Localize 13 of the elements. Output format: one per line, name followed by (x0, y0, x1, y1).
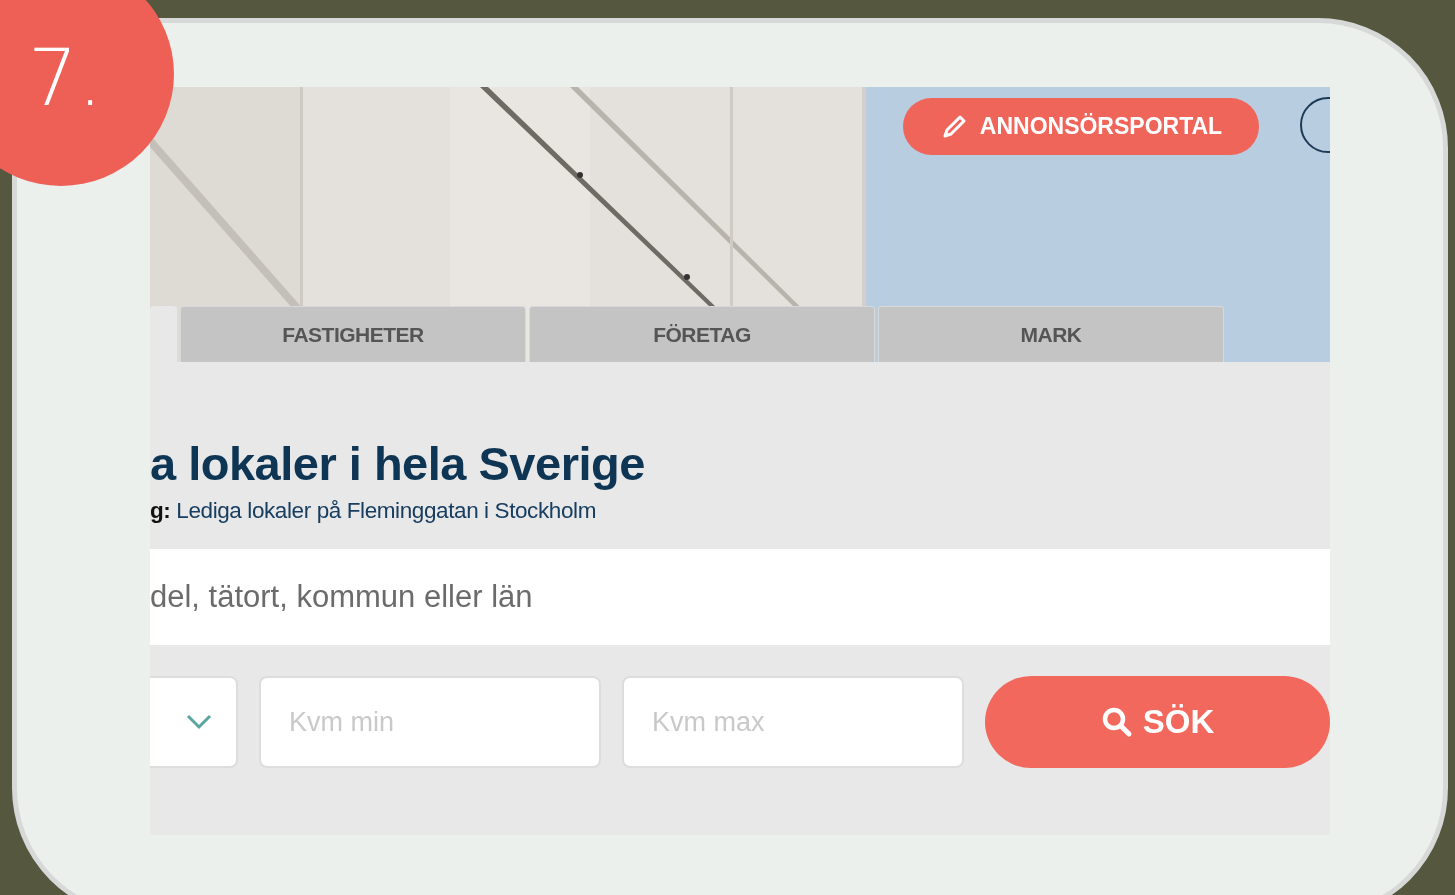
chevron-down-icon (186, 714, 212, 730)
tab[interactable]: FASTIGHETER (180, 306, 526, 362)
search-field[interactable]: del, tätort, kommun eller län (150, 549, 1330, 645)
subtitle: g: Lediga lokaler på Fleminggatan i Stockholm (150, 498, 596, 524)
tab[interactable]: FÖRETAG (529, 306, 875, 362)
page-heading: a lokaler i hela Sverige (150, 436, 645, 492)
search-icon (1100, 706, 1133, 738)
step-number: 7. (28, 38, 103, 118)
search-button[interactable]: SÖK (985, 676, 1330, 768)
dropdown[interactable] (150, 676, 238, 768)
tab[interactable]: MARK (878, 306, 1224, 362)
tab[interactable] (150, 306, 177, 362)
advertiser-portal-button[interactable]: ANNONSÖRSPORTAL (903, 98, 1259, 155)
